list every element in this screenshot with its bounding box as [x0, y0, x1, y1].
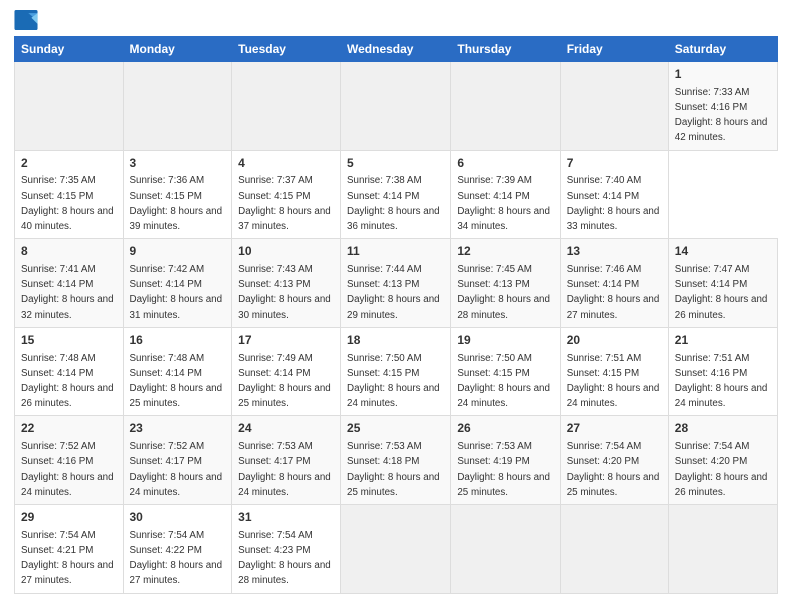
calendar-day-cell: 28Sunrise: 7:54 AMSunset: 4:20 PMDayligh…: [668, 416, 777, 505]
calendar-day-cell: 11Sunrise: 7:44 AMSunset: 4:13 PMDayligh…: [341, 239, 451, 328]
calendar-day-cell: 20Sunrise: 7:51 AMSunset: 4:15 PMDayligh…: [560, 327, 668, 416]
calendar-day-cell: 9Sunrise: 7:42 AMSunset: 4:14 PMDaylight…: [123, 239, 232, 328]
page-container: SundayMondayTuesdayWednesdayThursdayFrid…: [0, 0, 792, 602]
calendar-week-row: 2Sunrise: 7:35 AMSunset: 4:15 PMDaylight…: [15, 150, 778, 239]
calendar-empty-cell: [560, 62, 668, 151]
calendar-empty-cell: [341, 62, 451, 151]
calendar-day-cell: 2Sunrise: 7:35 AMSunset: 4:15 PMDaylight…: [15, 150, 124, 239]
calendar-week-row: 1Sunrise: 7:33 AMSunset: 4:16 PMDaylight…: [15, 62, 778, 151]
calendar-day-cell: 4Sunrise: 7:37 AMSunset: 4:15 PMDaylight…: [232, 150, 341, 239]
header-cell-friday: Friday: [560, 37, 668, 62]
calendar-day-cell: [560, 505, 668, 594]
calendar-day-cell: 23Sunrise: 7:52 AMSunset: 4:17 PMDayligh…: [123, 416, 232, 505]
calendar-week-row: 29Sunrise: 7:54 AMSunset: 4:21 PMDayligh…: [15, 505, 778, 594]
calendar-day-cell: 30Sunrise: 7:54 AMSunset: 4:22 PMDayligh…: [123, 505, 232, 594]
calendar-table: SundayMondayTuesdayWednesdayThursdayFrid…: [14, 36, 778, 594]
calendar-week-row: 15Sunrise: 7:48 AMSunset: 4:14 PMDayligh…: [15, 327, 778, 416]
calendar-day-cell: 16Sunrise: 7:48 AMSunset: 4:14 PMDayligh…: [123, 327, 232, 416]
calendar-day-cell: [668, 505, 777, 594]
header-cell-saturday: Saturday: [668, 37, 777, 62]
calendar-day-cell: 8Sunrise: 7:41 AMSunset: 4:14 PMDaylight…: [15, 239, 124, 328]
calendar-day-cell: 14Sunrise: 7:47 AMSunset: 4:14 PMDayligh…: [668, 239, 777, 328]
calendar-day-cell: 31Sunrise: 7:54 AMSunset: 4:23 PMDayligh…: [232, 505, 341, 594]
calendar-day-cell: 29Sunrise: 7:54 AMSunset: 4:21 PMDayligh…: [15, 505, 124, 594]
calendar-week-row: 22Sunrise: 7:52 AMSunset: 4:16 PMDayligh…: [15, 416, 778, 505]
calendar-week-row: 8Sunrise: 7:41 AMSunset: 4:14 PMDaylight…: [15, 239, 778, 328]
calendar-day-cell: 13Sunrise: 7:46 AMSunset: 4:14 PMDayligh…: [560, 239, 668, 328]
calendar-day-cell: 7Sunrise: 7:40 AMSunset: 4:14 PMDaylight…: [560, 150, 668, 239]
calendar-day-cell: 27Sunrise: 7:54 AMSunset: 4:20 PMDayligh…: [560, 416, 668, 505]
header-cell-sunday: Sunday: [15, 37, 124, 62]
header-cell-wednesday: Wednesday: [341, 37, 451, 62]
calendar-empty-cell: [15, 62, 124, 151]
calendar-day-cell: 1Sunrise: 7:33 AMSunset: 4:16 PMDaylight…: [668, 62, 777, 151]
calendar-day-cell: 10Sunrise: 7:43 AMSunset: 4:13 PMDayligh…: [232, 239, 341, 328]
header-cell-monday: Monday: [123, 37, 232, 62]
calendar-empty-cell: [451, 62, 560, 151]
header: [14, 10, 778, 30]
calendar-day-cell: 12Sunrise: 7:45 AMSunset: 4:13 PMDayligh…: [451, 239, 560, 328]
calendar-day-cell: 17Sunrise: 7:49 AMSunset: 4:14 PMDayligh…: [232, 327, 341, 416]
calendar-empty-cell: [123, 62, 232, 151]
calendar-day-cell: 15Sunrise: 7:48 AMSunset: 4:14 PMDayligh…: [15, 327, 124, 416]
calendar-day-cell: 25Sunrise: 7:53 AMSunset: 4:18 PMDayligh…: [341, 416, 451, 505]
header-cell-tuesday: Tuesday: [232, 37, 341, 62]
calendar-day-cell: 22Sunrise: 7:52 AMSunset: 4:16 PMDayligh…: [15, 416, 124, 505]
calendar-day-cell: 5Sunrise: 7:38 AMSunset: 4:14 PMDaylight…: [341, 150, 451, 239]
calendar-day-cell: 6Sunrise: 7:39 AMSunset: 4:14 PMDaylight…: [451, 150, 560, 239]
calendar-day-cell: 26Sunrise: 7:53 AMSunset: 4:19 PMDayligh…: [451, 416, 560, 505]
calendar-empty-cell: [232, 62, 341, 151]
calendar-day-cell: [341, 505, 451, 594]
calendar-day-cell: 3Sunrise: 7:36 AMSunset: 4:15 PMDaylight…: [123, 150, 232, 239]
calendar-day-cell: 18Sunrise: 7:50 AMSunset: 4:15 PMDayligh…: [341, 327, 451, 416]
logo-icon: [14, 10, 38, 30]
calendar-day-cell: 21Sunrise: 7:51 AMSunset: 4:16 PMDayligh…: [668, 327, 777, 416]
logo: [14, 10, 42, 30]
calendar-day-cell: 19Sunrise: 7:50 AMSunset: 4:15 PMDayligh…: [451, 327, 560, 416]
header-cell-thursday: Thursday: [451, 37, 560, 62]
calendar-header-row: SundayMondayTuesdayWednesdayThursdayFrid…: [15, 37, 778, 62]
calendar-day-cell: 24Sunrise: 7:53 AMSunset: 4:17 PMDayligh…: [232, 416, 341, 505]
calendar-day-cell: [451, 505, 560, 594]
